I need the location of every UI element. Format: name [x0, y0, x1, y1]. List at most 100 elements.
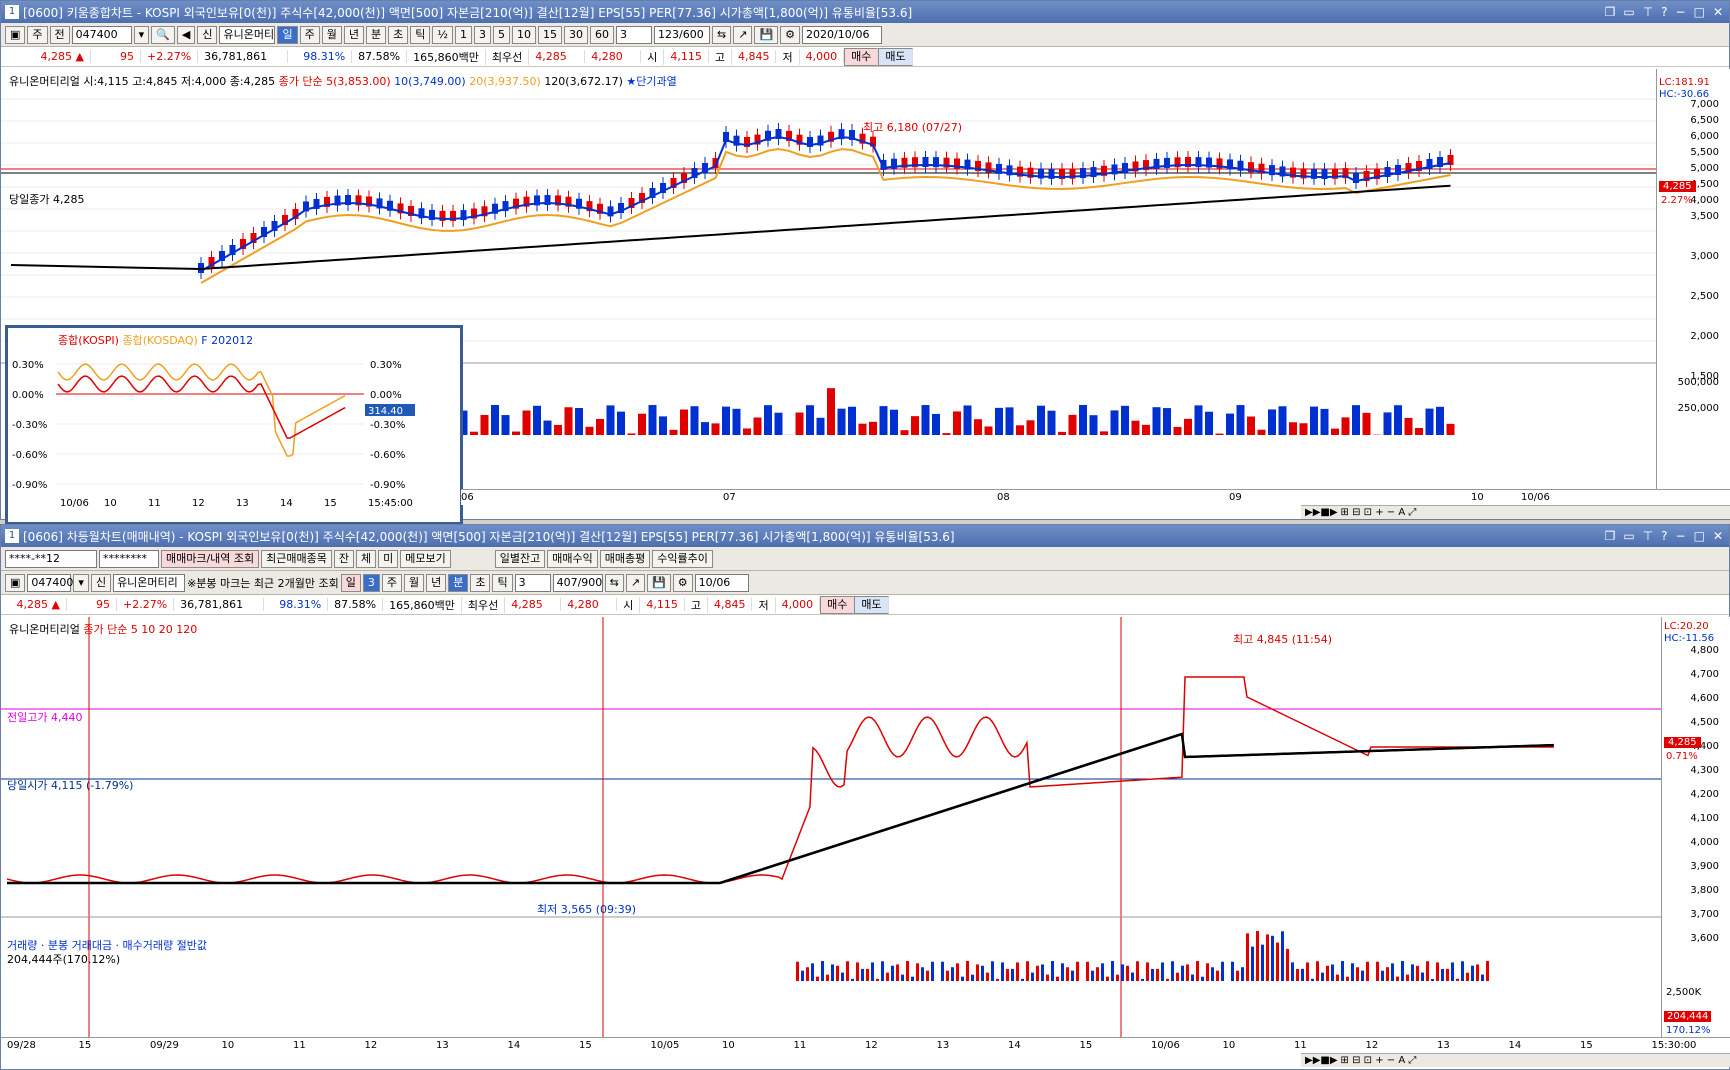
price-tick: 3,700 [1690, 909, 1719, 920]
bottom-scrollbar[interactable]: ▶▶■▶ ⊞ ⊟ ⊡ + − A ⤢ [1301, 1053, 1730, 1067]
best-bid: 4,280 [585, 50, 642, 63]
help-icon[interactable]: ? [1661, 529, 1667, 543]
date-input-2[interactable]: 10/06 [694, 573, 749, 592]
tab-day[interactable]: 일 [277, 25, 298, 44]
filled-button[interactable]: 체 [356, 549, 377, 568]
draw-icon[interactable]: ↗ [733, 25, 753, 44]
volume-bar [1205, 411, 1213, 435]
minimize-icon[interactable]: ▭ [1623, 5, 1634, 19]
save-icon[interactable]: 💾 [754, 25, 779, 44]
dropdown-icon[interactable]: ▾ [73, 573, 89, 592]
tab-minute[interactable]: 분 [365, 25, 387, 44]
scroll-play-icon[interactable]: ▶▶■▶ [1305, 507, 1338, 518]
sell-button-2[interactable]: 매도 [854, 595, 889, 614]
trade-mark-button[interactable]: 매매마크/내역 조회 [161, 549, 260, 568]
tab-year-2[interactable]: 년 [426, 573, 447, 592]
layout-icon[interactable]: ▣ [5, 573, 26, 592]
index-inset[interactable]: 0.30% 0.30% 0.00% 0.00% -0.30% -0.30% -0.60% -0… [5, 325, 463, 525]
tab-tick[interactable]: 틱 [410, 25, 431, 44]
legend-stock-2: 유니온머티리얼 [9, 623, 80, 636]
tab-week-2[interactable]: 주 [381, 573, 402, 592]
num-15[interactable]: 15 [538, 25, 563, 44]
balance-button[interactable]: 잔 [333, 549, 355, 568]
num-input-2[interactable]: 3 [514, 573, 551, 592]
chart-tool-icon[interactable]: ⇆ [604, 573, 624, 592]
draw-icon[interactable]: ↗ [625, 573, 646, 592]
prev-select[interactable]: 전 [49, 25, 70, 44]
fraction-button[interactable]: ½ [432, 25, 454, 44]
gear-icon[interactable]: ⚙ [672, 573, 693, 592]
min-button[interactable]: − [1676, 5, 1686, 19]
tab-week[interactable]: 주 [299, 25, 320, 44]
return-trend-button[interactable]: 수익률추이 [652, 549, 713, 568]
sell-button[interactable]: 매도 [878, 47, 913, 66]
minute-price-chart[interactable]: 유니온머티리얼 종가 단순 5 10 20 120 최고 4,845 (11:5… [1, 617, 1661, 1037]
tab-month-2[interactable]: 월 [403, 573, 425, 592]
x-tick: 14 [507, 1040, 521, 1051]
memo-button[interactable]: 메모보기 [400, 549, 451, 568]
help-icon[interactable]: ? [1661, 5, 1667, 19]
chart-tool-icon[interactable]: ⇆ [712, 25, 732, 44]
restore-icon[interactable]: ❐ [1605, 5, 1616, 19]
count-input[interactable]: 123/600 [654, 25, 711, 44]
close-button[interactable]: ✕ [1713, 529, 1723, 543]
volume-bar [858, 423, 867, 435]
num-3[interactable]: 3 [474, 25, 492, 44]
tab-3-2[interactable]: 3 [362, 573, 380, 592]
gear-icon[interactable]: ⚙ [780, 25, 801, 44]
daily-balance-button[interactable]: 일별잔고 [494, 549, 546, 568]
trade-summary-button[interactable]: 매매총평 [599, 549, 651, 568]
sound-icon[interactable]: ◀ [176, 25, 196, 44]
scroll-play-icon[interactable]: ▶▶■▶ [1305, 1055, 1338, 1066]
trade-profit-button[interactable]: 매매수익 [547, 549, 598, 568]
price-tick: 3,600 [1690, 933, 1719, 944]
volume-bar-2 [856, 962, 859, 981]
num-30[interactable]: 30 [564, 25, 589, 44]
daily-price-chart[interactable]: 유니온머티리얼 시:4,115 고:4,845 저:4,000 종:4,285 … [1, 69, 1656, 525]
buy-button[interactable]: 매수 [844, 47, 879, 66]
count-input-2[interactable]: 407/900 [552, 573, 603, 592]
save-icon[interactable]: 💾 [647, 573, 671, 592]
zoom-tools[interactable]: ⊞ ⊟ ⊡ + − A ⤢ [1341, 507, 1417, 518]
volume-bar [1037, 405, 1045, 435]
tab-minute-2[interactable]: 분 [448, 573, 469, 592]
volume-bar-2 [1016, 962, 1019, 981]
tab-year[interactable]: 년 [343, 25, 364, 44]
minimize-icon[interactable]: ▭ [1623, 529, 1634, 543]
volume-bar-2 [1151, 968, 1154, 981]
account-input[interactable]: ****-**12 [5, 549, 97, 568]
pin-icon[interactable]: ⊤ [1643, 5, 1653, 19]
close-button[interactable]: ✕ [1713, 5, 1723, 19]
num-1[interactable]: 1 [455, 25, 473, 44]
min-button[interactable]: − [1676, 529, 1686, 543]
pin-icon[interactable]: ⊤ [1643, 529, 1653, 543]
max-button[interactable]: □ [1694, 529, 1705, 543]
volume-bar-2 [1286, 948, 1289, 981]
num-input[interactable]: 3 [616, 25, 653, 44]
tab-tick-2[interactable]: 틱 [492, 573, 513, 592]
num-5[interactable]: 5 [493, 25, 511, 44]
search-icon[interactable]: 🔍 [151, 25, 175, 44]
code-input[interactable]: 047400 [71, 25, 132, 44]
x-tick: 15 [78, 1040, 92, 1051]
max-button[interactable]: □ [1694, 5, 1705, 19]
tab-day-2[interactable]: 일 [340, 573, 361, 592]
dropdown-icon[interactable]: ▾ [133, 25, 150, 44]
num-10[interactable]: 10 [512, 25, 537, 44]
unfilled-button[interactable]: 미 [378, 549, 399, 568]
zoom-tools[interactable]: ⊞ ⊟ ⊡ + − A ⤢ [1341, 1055, 1417, 1066]
volume-bar-2 [981, 965, 984, 981]
num-60[interactable]: 60 [590, 25, 615, 44]
tab-month[interactable]: 월 [321, 25, 342, 44]
mode-select[interactable]: 주 [27, 25, 48, 44]
tab-second[interactable]: 초 [388, 25, 409, 44]
tab-second-2[interactable]: 초 [470, 573, 491, 592]
top-scrollbar[interactable]: ▶▶■▶ ⊞ ⊟ ⊡ + − A ⤢ [1301, 505, 1730, 519]
code-input-2[interactable]: 047400 [27, 573, 73, 592]
buy-button-2[interactable]: 매수 [820, 595, 855, 614]
password-input[interactable]: ******** [99, 549, 159, 568]
recent-trades-button[interactable]: 최근매매종목 [261, 549, 332, 568]
layout-icon[interactable]: ▣ [5, 25, 26, 44]
restore-icon[interactable]: ❐ [1605, 529, 1616, 543]
date-input[interactable]: 2020/10/06 [802, 25, 883, 44]
